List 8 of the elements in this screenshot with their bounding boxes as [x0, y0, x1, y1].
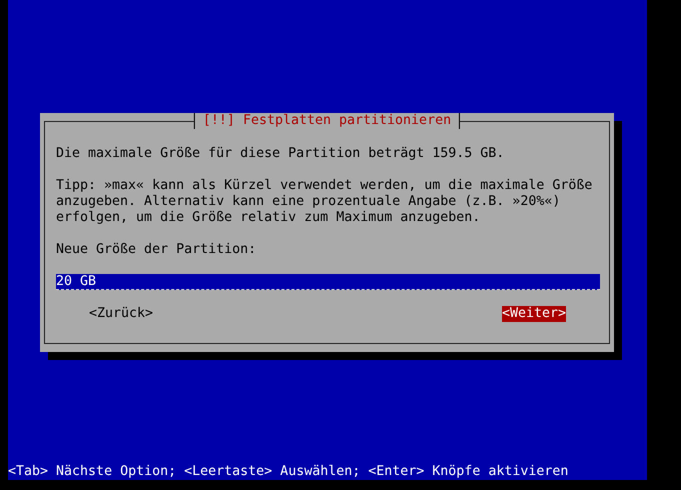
dialog-title: [!!] Festplatten partitionieren [194, 113, 460, 129]
dialog-text: Die maximale Größe für diese Partition beträgt 159.5 GB. [56, 146, 506, 162]
dialog-button[interactable]: <Zurück> [89, 306, 154, 322]
dialog-text: Tipp: »max« kann als Kürzel verwendet werden, um die maximale Größe anzugeben. Alternativ kann eine prozentuale Angabe (z.B. »20%«) erfolgen, um die Größe relativ zum Maximum anzugeben. [56, 178, 594, 226]
size-input-field[interactable]: 20 GB [56, 274, 600, 290]
field-label: Neue Größe der Partition: [56, 242, 258, 258]
key-help-text: <Tab> Nächste Option; <Leertaste> Auswählen; <Enter> Knöpfe aktivieren [8, 464, 570, 480]
dialog-button[interactable]: <Weiter> [502, 306, 566, 322]
